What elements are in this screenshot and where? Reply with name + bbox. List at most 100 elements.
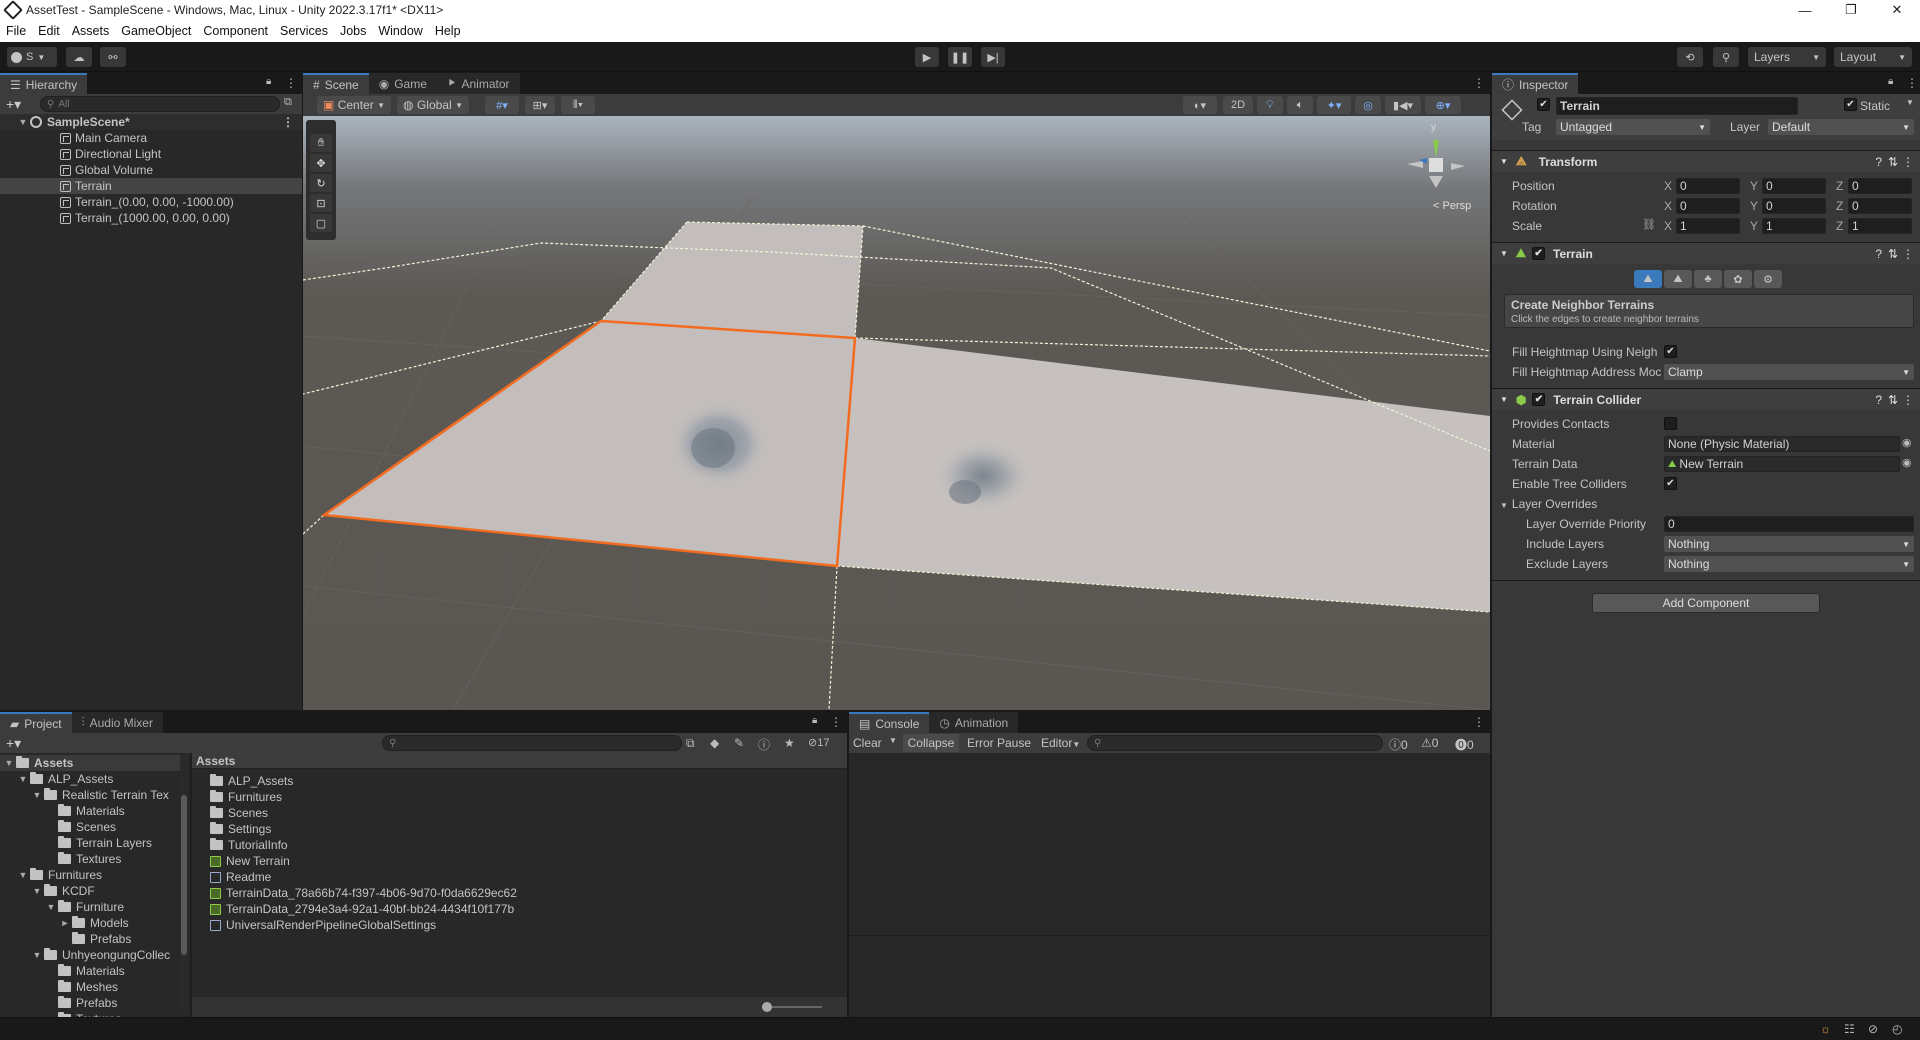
add-component-button[interactable]: Add Component bbox=[1592, 593, 1820, 613]
warning-count-toggle[interactable]: ⚠0 bbox=[1421, 736, 1438, 750]
hierarchy-item-terrain-east[interactable]: Terrain_(1000.00, 0.00, 0.00) bbox=[60, 210, 230, 226]
hand-tool-button[interactable]: ✋︎ bbox=[310, 134, 332, 152]
material-field[interactable]: None (Physic Material) bbox=[1664, 436, 1900, 452]
icon-size-slider[interactable] bbox=[762, 1002, 822, 1012]
menu-jobs[interactable]: Jobs bbox=[334, 24, 372, 38]
constrain-proportions-icon[interactable]: ⛓︎ bbox=[1642, 218, 1656, 231]
tab-audio-mixer[interactable]: ⫶ Audio Mixer bbox=[71, 712, 163, 733]
hierarchy-item-global-volume[interactable]: Global Volume bbox=[60, 162, 153, 178]
enable-tree-checkbox[interactable]: ✔ bbox=[1664, 477, 1677, 490]
bug-icon[interactable]: ☼ bbox=[1820, 1022, 1831, 1036]
rotation-x-field[interactable]: 0 bbox=[1676, 198, 1740, 214]
asset-item[interactable]: Settings bbox=[210, 821, 271, 837]
lighting-toggle[interactable]: 💡︎ bbox=[1257, 96, 1283, 114]
rotation-y-field[interactable]: 0 bbox=[1762, 198, 1826, 214]
expand-arrow-icon[interactable]: ▼ bbox=[32, 886, 42, 896]
more-menu-icon[interactable]: ⋮ bbox=[1473, 76, 1485, 90]
preset-icon[interactable]: ⇅ bbox=[1888, 393, 1898, 407]
expand-arrow-icon[interactable]: ▼ bbox=[4, 758, 14, 768]
scene-menu-icon[interactable]: ⋮ bbox=[282, 115, 294, 129]
help-icon[interactable]: ? bbox=[1875, 393, 1882, 407]
project-tree-item[interactable]: ▼ ALP_Assets bbox=[18, 771, 113, 787]
component-menu-icon[interactable]: ⋮ bbox=[1902, 155, 1914, 169]
project-tree-item[interactable]: Prefabs bbox=[60, 931, 131, 947]
expand-arrow-icon[interactable]: ▼ bbox=[18, 774, 28, 784]
scale-y-field[interactable]: 1 bbox=[1762, 218, 1826, 234]
console-search-input[interactable]: ⚲ bbox=[1087, 735, 1383, 751]
menu-window[interactable]: Window bbox=[372, 24, 428, 38]
project-tree-item[interactable]: ▼ Furniture bbox=[46, 899, 124, 915]
asset-item[interactable]: TerrainData_78a66b74-f397-4b06-9d70-f0da… bbox=[210, 885, 517, 901]
expand-arrow-icon[interactable]: ▼ bbox=[18, 117, 28, 127]
tab-hierarchy[interactable]: ☰ Hierarchy bbox=[0, 73, 88, 94]
object-picker-icon[interactable]: ◉ bbox=[1902, 456, 1912, 469]
console-detail-divider[interactable] bbox=[849, 935, 1490, 936]
paint-trees-button[interactable]: ♣ bbox=[1694, 270, 1722, 288]
project-tree-item[interactable]: Terrain Layers bbox=[46, 835, 152, 851]
pause-button[interactable]: ❚❚ bbox=[948, 47, 972, 67]
close-button[interactable]: ✕ bbox=[1874, 0, 1920, 20]
preset-icon[interactable]: ⇅ bbox=[1888, 247, 1898, 261]
position-x-field[interactable]: 0 bbox=[1676, 178, 1740, 194]
grid-visual-button[interactable]: ⦀▾ bbox=[561, 96, 595, 114]
project-tree-item[interactable]: ▼ Assets bbox=[0, 755, 180, 771]
project-tree-item[interactable]: Materials bbox=[46, 803, 125, 819]
project-tree-item[interactable]: Textures bbox=[46, 851, 121, 867]
rect-tool-button[interactable]: ▢ bbox=[310, 214, 332, 232]
project-tree-item[interactable]: ▼ KCDF bbox=[32, 883, 95, 899]
camera-settings-button[interactable]: ▮◀▾ bbox=[1385, 96, 1421, 114]
clear-options-chevron-icon[interactable]: ▼ bbox=[889, 736, 897, 745]
cache-icon[interactable]: ◴ bbox=[1892, 1022, 1902, 1036]
preset-icon[interactable]: ⇅ bbox=[1888, 155, 1898, 169]
tree-scrollbar-thumb[interactable] bbox=[181, 795, 187, 955]
project-tree-item[interactable]: ▼ Realistic Terrain Tex bbox=[32, 787, 169, 803]
lock-icon[interactable]: 🔒︎ bbox=[1888, 76, 1893, 87]
asset-item[interactable]: New Terrain bbox=[210, 853, 290, 869]
project-tree-item[interactable]: Scenes bbox=[46, 819, 116, 835]
tab-inspector[interactable]: ⓘ Inspector bbox=[1492, 73, 1579, 94]
project-tree-item[interactable]: ▼ UnhyeongungCollec bbox=[32, 947, 170, 963]
expand-arrow-icon[interactable]: ► bbox=[60, 918, 70, 928]
collider-enabled-checkbox[interactable]: ✔ bbox=[1532, 393, 1546, 406]
asset-item[interactable]: TerrainData_2794e3a4-92a1-40bf-bb24-4434… bbox=[210, 901, 514, 917]
warning-filter-icon[interactable]: ⓘ bbox=[758, 736, 770, 753]
tab-animation[interactable]: ◷ Animation bbox=[929, 712, 1019, 733]
search-filter-icon[interactable]: ⧉ bbox=[686, 736, 695, 751]
component-menu-icon[interactable]: ⋮ bbox=[1902, 247, 1914, 261]
scale-tool-button[interactable]: ⊡ bbox=[310, 194, 332, 212]
paint-terrain-button[interactable]: ⛰︎ bbox=[1664, 270, 1692, 288]
project-tree-item[interactable]: ▼ Furnitures bbox=[18, 867, 102, 883]
cloud-button[interactable]: ☁ bbox=[66, 47, 92, 67]
terrain-settings-button[interactable]: ⚙ bbox=[1754, 270, 1782, 288]
collab-button[interactable]: ⚯ bbox=[100, 47, 126, 67]
fill-heightmap-checkbox[interactable]: ✔ bbox=[1664, 345, 1677, 358]
lock-icon[interactable]: 🔒︎ bbox=[812, 715, 817, 726]
minimize-button[interactable]: — bbox=[1782, 0, 1828, 20]
more-menu-icon[interactable]: ⋮ bbox=[285, 76, 297, 90]
menu-assets[interactable]: Assets bbox=[66, 24, 116, 38]
menu-services[interactable]: Services bbox=[274, 24, 334, 38]
position-y-field[interactable]: 0 bbox=[1762, 178, 1826, 194]
expand-arrow-icon[interactable]: ▼ bbox=[32, 950, 42, 960]
hierarchy-item-terrain-south[interactable]: Terrain_(0.00, 0.00, -1000.00) bbox=[60, 194, 234, 210]
error-count-toggle[interactable]: ⓿0 bbox=[1455, 736, 1474, 753]
hierarchy-item-main-camera[interactable]: Main Camera bbox=[60, 130, 147, 146]
search-button[interactable]: ⚲ bbox=[1713, 47, 1739, 67]
tree-scrollbar[interactable] bbox=[180, 755, 188, 1011]
gizmos-button[interactable]: ⊕▾ bbox=[1425, 96, 1461, 114]
hidden-packages-toggle[interactable]: ⊘17 bbox=[808, 736, 829, 749]
tab-project[interactable]: ▰ Project bbox=[0, 712, 72, 733]
layout-dropdown[interactable]: Layout ▼ bbox=[1834, 47, 1912, 67]
persp-label[interactable]: < Persp bbox=[1433, 200, 1471, 212]
position-z-field[interactable]: 0 bbox=[1848, 178, 1912, 194]
project-search-input[interactable]: ⚲ bbox=[382, 735, 682, 751]
info-count-toggle[interactable]: ⓘ0 bbox=[1389, 736, 1408, 753]
more-menu-icon[interactable]: ⋮ bbox=[830, 715, 842, 729]
editor-dropdown[interactable]: Editor▼ bbox=[1041, 736, 1080, 750]
asset-item[interactable]: ALP_Assets bbox=[210, 773, 293, 789]
error-pause-toggle[interactable]: Error Pause bbox=[967, 736, 1031, 750]
type-filter-icon[interactable]: ◆ bbox=[710, 736, 719, 750]
step-button[interactable]: ▶| bbox=[981, 47, 1005, 67]
expand-arrow-icon[interactable]: ▼ bbox=[46, 902, 56, 912]
tab-scene[interactable]: # Scene bbox=[303, 73, 369, 94]
